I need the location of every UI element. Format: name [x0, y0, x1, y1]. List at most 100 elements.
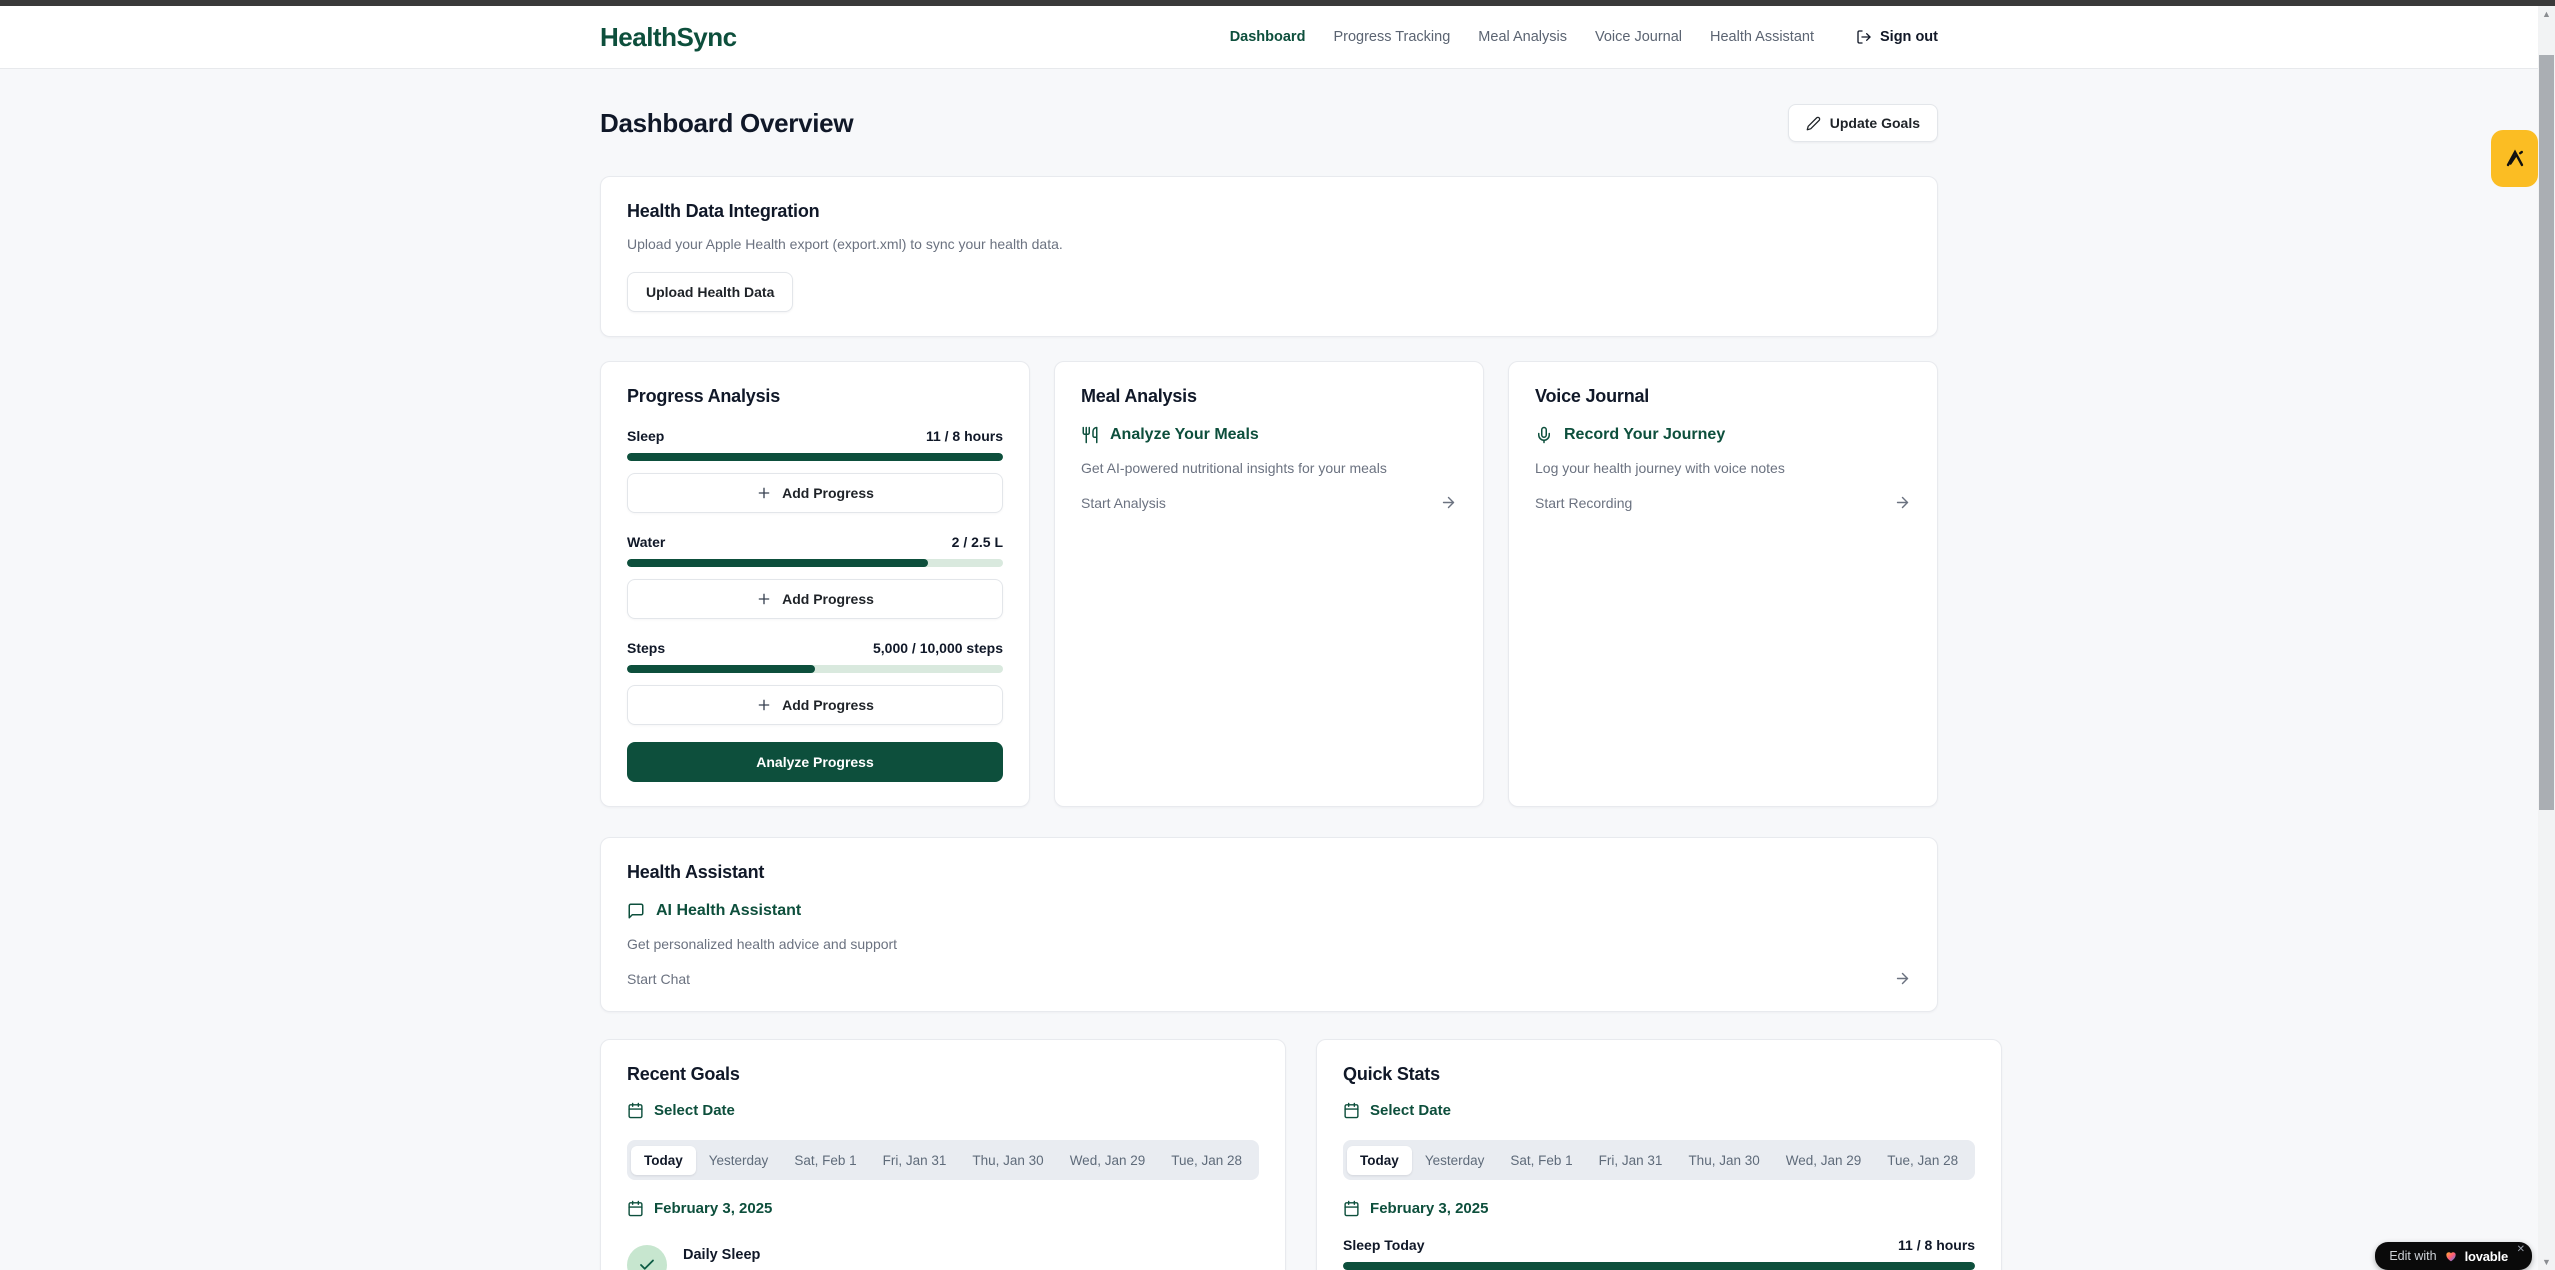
goal-name: Daily Sleep — [683, 1247, 760, 1263]
water-value: 2 / 2.5 L — [952, 534, 1003, 550]
sign-out-label: Sign out — [1880, 29, 1938, 45]
recent-goals-date-tabs: TodayYesterdaySat, Feb 1Fri, Jan 31Thu, … — [627, 1140, 1259, 1180]
app-header: HealthSync Dashboard Progress Tracking M… — [0, 6, 2538, 69]
sleep-metric: Sleep 11 / 8 hours Add Progress — [627, 428, 1003, 513]
add-steps-progress-button[interactable]: Add Progress — [627, 685, 1003, 725]
meal-analysis-description: Get AI-powered nutritional insights for … — [1081, 460, 1457, 476]
sleep-progress-bar — [627, 453, 1003, 461]
ai-health-assistant-link[interactable]: AI Health Assistant — [627, 902, 1911, 920]
nav-progress-tracking[interactable]: Progress Tracking — [1333, 29, 1450, 45]
tab-today[interactable]: Today — [631, 1146, 696, 1175]
chat-bubble-icon — [627, 902, 645, 920]
goal-list-item: Daily Sleep 11 / 8 hours — [627, 1245, 1259, 1270]
tab-yesterday[interactable]: Yesterday — [696, 1146, 782, 1175]
sleep-value: 11 / 8 hours — [926, 428, 1003, 444]
quick-stats-selected-date[interactable]: February 3, 2025 — [1343, 1200, 1975, 1217]
integration-description: Upload your Apple Health export (export.… — [627, 236, 1911, 252]
progress-analysis-card: Progress Analysis Sleep 11 / 8 hours Add… — [600, 361, 1030, 807]
water-label: Water — [627, 534, 665, 550]
caret-logo-icon — [2503, 147, 2527, 171]
tab-today[interactable]: Today — [1347, 1146, 1412, 1175]
health-assistant-description: Get personalized health advice and suppo… — [627, 936, 1911, 952]
voice-journal-title: Voice Journal — [1535, 386, 1911, 407]
nav-dashboard[interactable]: Dashboard — [1230, 29, 1306, 45]
sign-out-button[interactable]: Sign out — [1856, 29, 1938, 45]
tab-sat-feb-1[interactable]: Sat, Feb 1 — [781, 1146, 869, 1175]
add-sleep-progress-button[interactable]: Add Progress — [627, 473, 1003, 513]
integration-title: Health Data Integration — [627, 201, 1911, 222]
sleep-label: Sleep — [627, 428, 664, 444]
sleep-today-value: 11 / 8 hours — [1898, 1237, 1975, 1253]
quick-stats-title: Quick Stats — [1343, 1064, 1975, 1085]
check-circle-icon — [627, 1245, 667, 1270]
steps-metric: Steps 5,000 / 10,000 steps Add Progress — [627, 640, 1003, 725]
arrow-right-icon — [1894, 494, 1911, 511]
tab-fri-jan-31[interactable]: Fri, Jan 31 — [870, 1146, 960, 1175]
meal-analysis-title: Meal Analysis — [1081, 386, 1457, 407]
health-data-integration-card: Health Data Integration Upload your Appl… — [600, 176, 1938, 337]
plus-icon — [756, 591, 772, 607]
tab-wed-jan-29[interactable]: Wed, Jan 29 — [1773, 1146, 1875, 1175]
water-metric: Water 2 / 2.5 L Add Progress — [627, 534, 1003, 619]
arrow-right-icon — [1894, 970, 1911, 987]
recent-goals-selected-date[interactable]: February 3, 2025 — [627, 1200, 1259, 1217]
tab-thu-jan-30[interactable]: Thu, Jan 30 — [1675, 1146, 1772, 1175]
calendar-icon — [1343, 1102, 1360, 1119]
tab-wed-jan-29[interactable]: Wed, Jan 29 — [1057, 1146, 1159, 1175]
analyze-progress-button[interactable]: Analyze Progress — [627, 742, 1003, 782]
add-water-progress-button[interactable]: Add Progress — [627, 579, 1003, 619]
update-goals-button[interactable]: Update Goals — [1788, 104, 1938, 142]
start-chat-row[interactable]: Start Chat — [627, 970, 1911, 987]
quick-stats-select-date-button[interactable]: Select Date — [1343, 1102, 1975, 1119]
nav-voice-journal[interactable]: Voice Journal — [1595, 29, 1682, 45]
vertical-scrollbar[interactable]: ▲ ▼ — [2538, 6, 2555, 1270]
steps-value: 5,000 / 10,000 steps — [873, 640, 1003, 656]
tab-tue-jan-28[interactable]: Tue, Jan 28 — [1158, 1146, 1255, 1175]
plus-icon — [756, 697, 772, 713]
tab-yesterday[interactable]: Yesterday — [1412, 1146, 1498, 1175]
upload-health-data-button[interactable]: Upload Health Data — [627, 272, 793, 312]
steps-progress-bar — [627, 665, 1003, 673]
progress-analysis-title: Progress Analysis — [627, 386, 1003, 407]
analyze-your-meals-link[interactable]: Analyze Your Meals — [1081, 426, 1457, 444]
extension-badge[interactable] — [2491, 130, 2538, 187]
plus-icon — [756, 485, 772, 501]
scrollbar-up-arrow-icon[interactable]: ▲ — [2538, 6, 2555, 22]
voice-journal-card: Voice Journal Record Your Journey Log yo… — [1508, 361, 1938, 807]
page-title: Dashboard Overview — [600, 108, 853, 139]
health-assistant-title: Health Assistant — [627, 862, 1911, 883]
record-your-journey-link[interactable]: Record Your Journey — [1535, 426, 1911, 444]
tab-sat-feb-1[interactable]: Sat, Feb 1 — [1497, 1146, 1585, 1175]
tab-thu-jan-30[interactable]: Thu, Jan 30 — [959, 1146, 1056, 1175]
voice-journal-description: Log your health journey with voice notes — [1535, 460, 1911, 476]
health-assistant-card: Health Assistant AI Health Assistant Get… — [600, 837, 1938, 1012]
nav-health-assistant[interactable]: Health Assistant — [1710, 29, 1814, 45]
tab-fri-jan-31[interactable]: Fri, Jan 31 — [1586, 1146, 1676, 1175]
close-icon[interactable]: ✕ — [2517, 1245, 2525, 1255]
calendar-icon — [1343, 1200, 1360, 1217]
recent-goals-title: Recent Goals — [627, 1064, 1259, 1085]
tab-tue-jan-28[interactable]: Tue, Jan 28 — [1874, 1146, 1971, 1175]
nav-meal-analysis[interactable]: Meal Analysis — [1478, 29, 1567, 45]
pencil-icon — [1806, 116, 1821, 131]
start-analysis-row[interactable]: Start Analysis — [1081, 494, 1457, 511]
app-logo[interactable]: HealthSync — [600, 22, 737, 53]
sleep-today-progress-bar — [1343, 1262, 1975, 1270]
sleep-today-label: Sleep Today — [1343, 1237, 1424, 1253]
microphone-icon — [1535, 426, 1553, 444]
quick-stats-card: Quick Stats Select Date TodayYesterdaySa… — [1316, 1039, 2002, 1270]
steps-label: Steps — [627, 640, 665, 656]
calendar-icon — [627, 1102, 644, 1119]
meal-analysis-card: Meal Analysis Analyze Your Meals Get AI-… — [1054, 361, 1484, 807]
heart-icon — [2444, 1249, 2458, 1263]
log-out-icon — [1856, 29, 1872, 45]
water-progress-bar — [627, 559, 1003, 567]
utensils-icon — [1081, 426, 1099, 444]
calendar-icon — [627, 1200, 644, 1217]
scrollbar-thumb[interactable] — [2539, 55, 2554, 810]
scrollbar-down-arrow-icon[interactable]: ▼ — [2538, 1254, 2555, 1270]
lovable-edit-badge[interactable]: Edit with lovable ✕ — [2375, 1242, 2532, 1270]
start-recording-row[interactable]: Start Recording — [1535, 494, 1911, 511]
arrow-right-icon — [1440, 494, 1457, 511]
recent-goals-select-date-button[interactable]: Select Date — [627, 1102, 1259, 1119]
